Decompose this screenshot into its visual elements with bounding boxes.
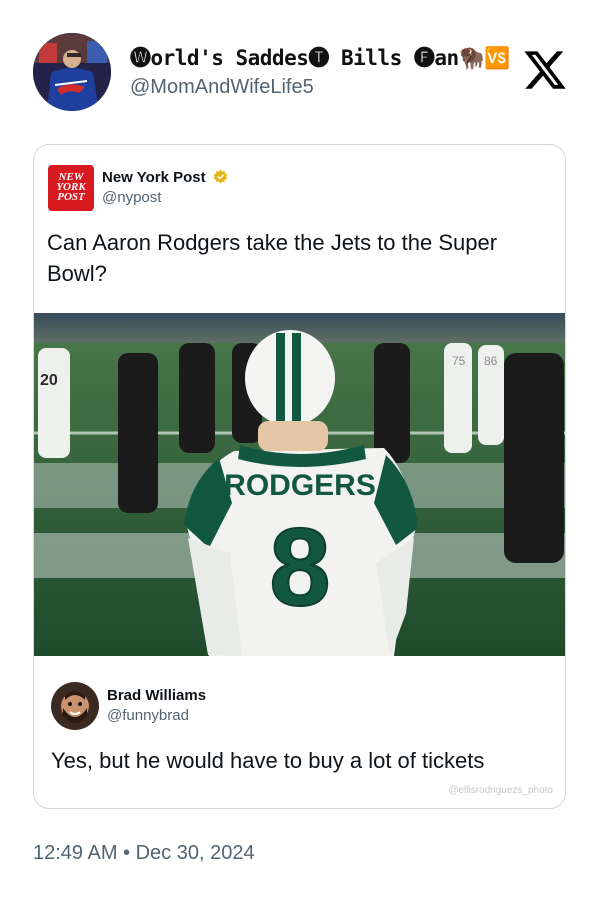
quoted-author-name[interactable]: New York Post [102,169,228,186]
quoted-post-text: Can Aaron Rodgers take the Jets to the S… [47,230,498,286]
reply-avatar[interactable] [51,682,99,730]
post-header: 🅦orld's Saddes🅣 Bills 🅕an🦬🆚 @MomAndWifeL… [0,0,599,130]
jersey-number: 8 [269,506,330,629]
reply-text: Yes, but he would have to buy a lot of t… [51,748,485,773]
quoted-author-name-text: New York Post [102,169,206,186]
user-handle[interactable]: @MomAndWifeLife5 [130,76,314,99]
jersey-name: RODGERS [224,469,376,502]
reply-author-name[interactable]: Brad Williams [107,687,206,704]
svg-text:20: 20 [40,372,58,389]
quoted-post-photo[interactable]: 20 75 86 RODGERS 8 [34,313,565,656]
watermark: @ellisrodriguezs_photo [448,785,553,796]
user-avatar[interactable] [33,33,111,111]
quoted-author-handle[interactable]: @nypost [102,189,161,206]
nypost-logo: NEW YORK POST [48,165,94,211]
post-timestamp[interactable]: 12:49 AM • Dec 30, 2024 [33,842,255,865]
display-name[interactable]: 🅦orld's Saddes🅣 Bills 🅕an🦬🆚 [130,42,510,72]
quoted-post-card[interactable]: NEW YORK POST New York Post @nypost Can Aa… [33,144,566,809]
x-logo-icon[interactable] [522,47,568,93]
svg-text:86: 86 [484,354,498,368]
verified-badge-icon [213,169,228,184]
svg-text:75: 75 [452,354,466,368]
reply-author-handle[interactable]: @funnybrad [107,707,189,724]
